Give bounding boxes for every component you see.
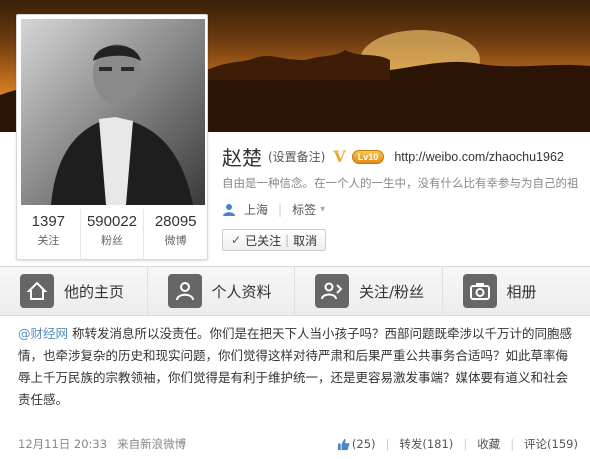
profile-meta: 上海 | 标签 ▾ <box>222 201 325 218</box>
post-content: 称转发消息所以没责任。你们是在把天下人当小孩子吗？西部问题既牵涉以千万计的同胞感… <box>18 326 572 407</box>
post-time-link[interactable]: 12月11日 20:33 <box>18 436 107 452</box>
profile-url-link[interactable]: http://weibo.com/zhaochu1962 <box>394 150 564 164</box>
verified-icon[interactable]: V <box>333 147 345 166</box>
post-footer: 12月11日 20:33 来自新浪微博 (25) | 转发(181) | 收藏 … <box>18 434 578 454</box>
mention-link[interactable]: @财经网 <box>18 326 68 341</box>
stat-followers-count: 590022 <box>86 213 138 230</box>
profile-name: 赵楚 <box>222 146 262 170</box>
avatar[interactable] <box>21 19 205 205</box>
followed-label: 已关注 <box>245 233 282 248</box>
stat-followers[interactable]: 590022 粉丝 <box>81 209 145 259</box>
favorite-link[interactable]: 收藏 <box>477 436 500 452</box>
repost-link[interactable]: 转发(181) <box>399 436 453 452</box>
profile-motto: 自由是一种信念。在一个人的一生中，没有什么比有幸参与为自己的祖 <box>222 176 579 190</box>
profile-header: 赵楚 (设置备注) V Lv10 http://weibo.com/zhaoch… <box>222 142 564 171</box>
level-badge[interactable]: Lv10 <box>351 149 385 164</box>
tab-follow[interactable]: 关注/粉丝 <box>295 267 443 315</box>
tab-album[interactable]: 相册 <box>443 267 590 315</box>
stat-posts[interactable]: 28095 微博 <box>144 209 207 259</box>
unfollow-link[interactable]: 取消 <box>293 232 317 249</box>
home-icon <box>20 274 54 308</box>
chevron-down-icon[interactable]: ▾ <box>320 204 325 215</box>
followed-button[interactable]: ✓ 已关注 | 取消 <box>222 229 327 251</box>
comment-link[interactable]: 评论(159) <box>524 436 578 452</box>
stat-following[interactable]: 1397 关注 <box>17 209 81 259</box>
stat-following-label: 关注 <box>37 234 60 247</box>
stat-following-count: 1397 <box>31 213 66 230</box>
stat-posts-count: 28095 <box>154 213 197 230</box>
divider: | <box>278 202 283 217</box>
stat-posts-label: 微博 <box>164 234 187 247</box>
person-icon <box>223 203 235 216</box>
tab-home[interactable]: 他的主页 <box>0 267 148 315</box>
camera-icon <box>462 274 497 308</box>
like-count[interactable]: (25) <box>352 437 376 451</box>
tab-profile[interactable]: 个人资料 <box>148 267 295 315</box>
thumb-up-icon[interactable] <box>337 438 350 451</box>
divider: | <box>385 437 390 451</box>
tab-album-label: 相册 <box>506 282 537 301</box>
stat-followers-label: 粉丝 <box>101 234 123 247</box>
tab-profile-label: 个人资料 <box>211 282 272 301</box>
post-source-link[interactable]: 来自新浪微博 <box>117 436 186 452</box>
follow-icon <box>315 274 349 308</box>
stats-bar: 1397 关注 590022 粉丝 28095 微博 <box>17 209 207 259</box>
profile-icon <box>167 274 202 308</box>
profile-card: 1397 关注 590022 粉丝 28095 微博 <box>16 14 208 260</box>
divider: | <box>285 233 290 247</box>
post-actions: (25) | 转发(181) | 收藏 | 评论(159) <box>337 436 578 452</box>
location-text: 上海 <box>244 203 269 217</box>
tab-home-label: 他的主页 <box>64 282 125 301</box>
post-body: @财经网 称转发消息所以没责任。你们是在把天下人当小孩子吗？西部问题既牵涉以千万… <box>18 323 578 411</box>
divider: | <box>510 437 515 451</box>
check-icon: ✓ <box>231 233 242 247</box>
tab-follow-label: 关注/粉丝 <box>359 282 425 301</box>
profile-nav: 他的主页 个人资料 关注/粉丝 相册 <box>0 266 590 316</box>
divider: | <box>463 437 468 451</box>
set-remark-link[interactable]: (设置备注) <box>268 148 325 165</box>
tags-link[interactable]: 标签 <box>292 201 316 218</box>
